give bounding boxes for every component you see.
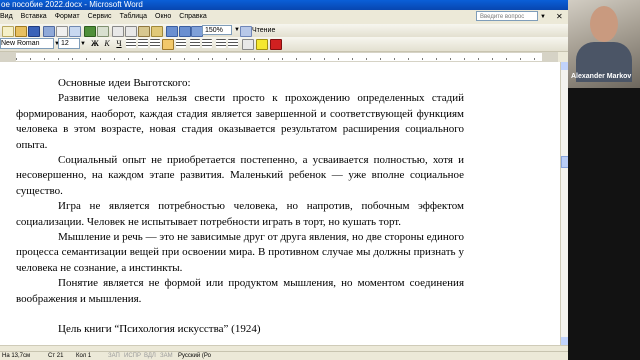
- align-center-icon[interactable]: [138, 39, 148, 48]
- status-overtype[interactable]: ЗАМ: [160, 352, 173, 360]
- borders-icon[interactable]: [242, 39, 254, 50]
- print-icon[interactable]: [56, 26, 68, 37]
- scroll-up-icon[interactable]: [561, 62, 568, 70]
- undo-icon[interactable]: [166, 26, 178, 37]
- line-spacing-icon[interactable]: [176, 39, 186, 48]
- italic-button[interactable]: К: [102, 39, 112, 49]
- status-language[interactable]: Русский (Ро: [178, 352, 211, 360]
- window-title: ое пособие 2022.docx - Microsoft Word: [1, 0, 143, 9]
- status-track-changes[interactable]: ИСПР: [124, 352, 141, 360]
- menu-insert[interactable]: Вставка: [17, 10, 51, 24]
- open-folder-icon[interactable]: [15, 26, 27, 37]
- decrease-indent-icon[interactable]: [216, 39, 226, 48]
- menu-bar: Вид Вставка Формат Сервис Таблица Окно Справка…: [0, 10, 568, 24]
- font-name-select[interactable]: New Roman: [0, 38, 54, 49]
- menu-window[interactable]: Окно: [151, 10, 175, 24]
- permission-icon[interactable]: [43, 26, 55, 37]
- research-icon[interactable]: [97, 26, 109, 37]
- status-extend[interactable]: ВДЛ: [144, 352, 156, 360]
- title-bar: ое пособие 2022.docx - Microsoft Word: [0, 0, 568, 10]
- document-page[interactable]: Основные идеи Выготского: Развитие челов…: [0, 62, 560, 345]
- status-column: Кол 1: [76, 353, 92, 359]
- font-color-icon[interactable]: [270, 39, 282, 50]
- horizontal-ruler[interactable]: [0, 52, 558, 62]
- paragraph: Понятие является не формой или продуктом…: [16, 277, 464, 305]
- close-document-icon[interactable]: ✕: [556, 11, 563, 23]
- scroll-thumb[interactable]: [561, 156, 568, 168]
- standard-toolbar: 150% ▼ Чтение: [0, 24, 568, 38]
- participant-name: Alexander Markov: [571, 73, 632, 80]
- menu-tools[interactable]: Сервис: [84, 10, 116, 24]
- cut-icon[interactable]: [112, 26, 124, 37]
- menu-help[interactable]: Справка: [175, 10, 210, 24]
- video-panel-background: [568, 88, 640, 360]
- menu-view[interactable]: Вид: [0, 10, 17, 24]
- underline-button[interactable]: Ч: [114, 39, 124, 49]
- font-size-select[interactable]: 12: [58, 38, 80, 49]
- document-text[interactable]: Основные идеи Выготского: Развитие челов…: [16, 76, 464, 338]
- print-preview-icon[interactable]: [69, 26, 81, 37]
- paragraph: Игра не является потребностью человека, …: [16, 200, 464, 228]
- numbering-icon[interactable]: [190, 39, 200, 48]
- size-dropdown-icon[interactable]: ▼: [80, 38, 86, 50]
- bullets-icon[interactable]: [202, 39, 212, 48]
- vertical-scrollbar[interactable]: [560, 62, 568, 345]
- participant-head: [590, 6, 618, 42]
- paragraph: Развитие человека нельзя свести просто к…: [16, 92, 464, 151]
- paragraph: Мышление и речь — это не зависимые друг …: [16, 231, 464, 274]
- justify-icon[interactable]: [162, 39, 174, 50]
- help-dropdown-icon[interactable]: ▼: [540, 11, 546, 23]
- new-document-icon[interactable]: [2, 26, 14, 37]
- menu-format[interactable]: Формат: [51, 10, 84, 24]
- increase-indent-icon[interactable]: [228, 39, 238, 48]
- status-bar: На 13,7см Ст 21 Кол 1 ЗАП ИСПР ВДЛ ЗАМ Р…: [0, 351, 568, 360]
- align-left-icon[interactable]: [126, 39, 136, 48]
- formatting-toolbar: New Roman ▼ 12 ▼ Ж К Ч: [0, 37, 568, 52]
- help-search-input[interactable]: Введите вопрос: [476, 11, 538, 21]
- empty-line: [16, 307, 464, 322]
- bold-button[interactable]: Ж: [90, 39, 100, 49]
- scroll-down-icon[interactable]: [561, 337, 568, 345]
- spelling-icon[interactable]: [84, 26, 96, 37]
- status-position: На 13,7см: [2, 353, 31, 359]
- menu-table[interactable]: Таблица: [116, 10, 151, 24]
- format-painter-icon[interactable]: [151, 26, 163, 37]
- redo-icon[interactable]: [179, 26, 191, 37]
- help-icon[interactable]: [240, 26, 252, 37]
- copy-icon[interactable]: [125, 26, 137, 37]
- read-button[interactable]: Чтение: [252, 25, 275, 36]
- align-right-icon[interactable]: [150, 39, 160, 48]
- zoom-select[interactable]: 150%: [202, 25, 232, 35]
- paste-icon[interactable]: [138, 26, 150, 37]
- save-icon[interactable]: [28, 26, 40, 37]
- section-heading: Цель книги “Психология искусства” (1924): [58, 323, 261, 336]
- document-heading: Основные идеи Выготского:: [58, 77, 191, 89]
- ruler-scale: [16, 53, 542, 61]
- word-window: ое пособие 2022.docx - Microsoft Word Ви…: [0, 0, 568, 360]
- status-record[interactable]: ЗАП: [108, 352, 120, 360]
- status-line: Ст 21: [48, 353, 64, 359]
- paragraph: Социальный опыт не приобретается постепе…: [16, 154, 464, 197]
- highlight-icon[interactable]: [256, 39, 268, 50]
